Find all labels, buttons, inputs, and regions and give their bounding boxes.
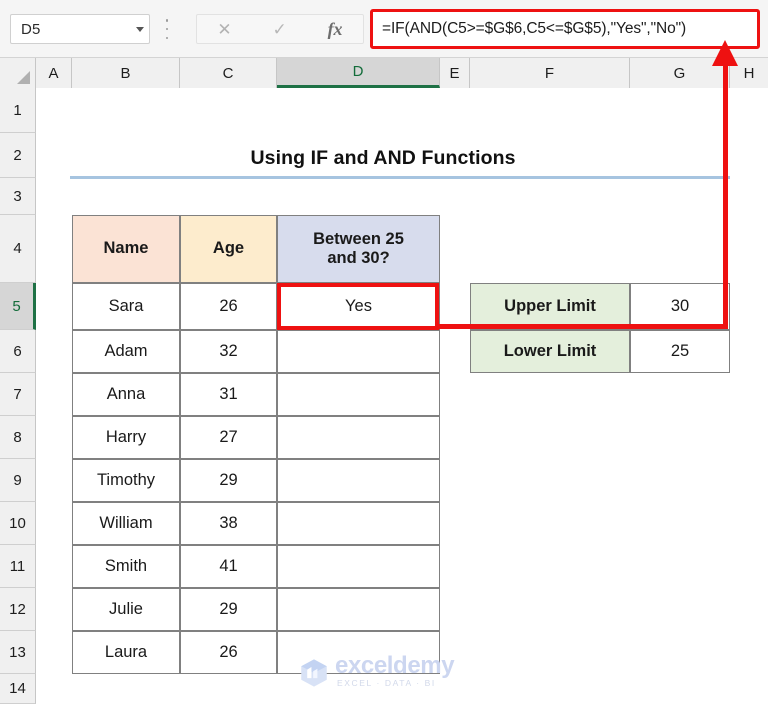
formula-input[interactable]: =IF(AND(C5>=$G$6,C5<=$G$5),"Yes","No") — [370, 9, 760, 49]
row-header-4[interactable]: 4 — [0, 215, 36, 283]
column-header-row: A B C D E F G H — [0, 58, 768, 88]
row-header-2[interactable]: 2 — [0, 133, 36, 178]
cell-b5[interactable]: Sara — [72, 283, 180, 330]
cell-b11[interactable]: Smith — [72, 545, 180, 588]
annotation-arrow-horizontal — [435, 324, 728, 329]
table-header-result-line2: and 30? — [327, 249, 390, 267]
table-header-age: Age — [180, 215, 277, 283]
table-header-result: Between 25 and 30? — [277, 215, 440, 283]
cell-g5-upper-limit-value[interactable]: 30 — [630, 283, 730, 330]
cell-c13[interactable]: 26 — [180, 631, 277, 674]
column-header-c[interactable]: C — [180, 58, 277, 88]
cell-b8[interactable]: Harry — [72, 416, 180, 459]
column-header-d[interactable]: D — [277, 58, 440, 88]
cancel-icon[interactable]: ✕ — [217, 21, 231, 38]
cell-b13[interactable]: Laura — [72, 631, 180, 674]
cell-f6-lower-limit-label: Lower Limit — [470, 330, 630, 373]
table-header-result-line1: Between 25 — [313, 229, 404, 248]
cell-c8[interactable]: 27 — [180, 416, 277, 459]
row-header-8[interactable]: 8 — [0, 416, 36, 459]
cell-c7[interactable]: 31 — [180, 373, 277, 416]
name-box-value: D5 — [21, 20, 41, 38]
formula-text: =IF(AND(C5>=$G$6,C5<=$G$5),"Yes","No") — [382, 20, 687, 37]
watermark-name: exceldemy — [335, 652, 455, 679]
formula-bar-strip: D5 ✕ ✓ fx =IF(AND(C5>=$G$6,C5<=$G$5),"Ye… — [0, 0, 768, 58]
cell-d8[interactable] — [277, 416, 440, 459]
sheet-title-text: Using IF and AND Functions — [250, 146, 516, 169]
cell-d6[interactable] — [277, 330, 440, 373]
column-header-f[interactable]: F — [470, 58, 630, 88]
confirm-icon[interactable]: ✓ — [272, 21, 286, 38]
select-all-button[interactable] — [0, 58, 36, 88]
cell-b10[interactable]: William — [72, 502, 180, 545]
column-header-b[interactable]: B — [72, 58, 180, 88]
row-header-10[interactable]: 10 — [0, 502, 36, 545]
title-underline — [70, 176, 730, 179]
cell-c5[interactable]: 26 — [180, 283, 277, 330]
column-header-a[interactable]: A — [36, 58, 72, 88]
formula-actions-group: ✕ ✓ fx — [196, 14, 364, 44]
row-header-3[interactable]: 3 — [0, 178, 36, 215]
excel-screenshot: D5 ✕ ✓ fx =IF(AND(C5>=$G$6,C5<=$G$5),"Ye… — [0, 0, 768, 704]
cell-f5-upper-limit-label: Upper Limit — [470, 283, 630, 330]
more-options-icon[interactable] — [162, 19, 172, 39]
cell-b9[interactable]: Timothy — [72, 459, 180, 502]
cell-d11[interactable] — [277, 545, 440, 588]
row-header-7[interactable]: 7 — [0, 373, 36, 416]
cell-g6-lower-limit-value[interactable]: 25 — [630, 330, 730, 373]
chevron-down-icon[interactable] — [131, 26, 149, 32]
cell-c12[interactable]: 29 — [180, 588, 277, 631]
row-header-14[interactable]: 14 — [0, 674, 36, 704]
cell-b7[interactable]: Anna — [72, 373, 180, 416]
row-header-9[interactable]: 9 — [0, 459, 36, 502]
row-header-6[interactable]: 6 — [0, 330, 36, 373]
annotation-cell-highlight — [277, 283, 439, 330]
table-header-name: Name — [72, 215, 180, 283]
column-header-e[interactable]: E — [440, 58, 470, 88]
watermark: exceldemy EXCEL · DATA · BI — [297, 652, 477, 694]
cell-b12[interactable]: Julie — [72, 588, 180, 631]
exceldemy-logo-icon — [301, 659, 327, 687]
cell-d10[interactable] — [277, 502, 440, 545]
annotation-arrowhead-icon — [712, 40, 738, 66]
cell-c9[interactable]: 29 — [180, 459, 277, 502]
row-header-1[interactable]: 1 — [0, 88, 36, 133]
select-all-icon — [17, 71, 30, 84]
annotation-arrow-vertical — [723, 62, 728, 328]
cell-c6[interactable]: 32 — [180, 330, 277, 373]
row-header-13[interactable]: 13 — [0, 631, 36, 674]
cell-c11[interactable]: 41 — [180, 545, 277, 588]
row-header-5[interactable]: 5 — [0, 283, 36, 330]
cell-b6[interactable]: Adam — [72, 330, 180, 373]
watermark-tagline: EXCEL · DATA · BI — [337, 678, 436, 688]
cell-d12[interactable] — [277, 588, 440, 631]
cell-d7[interactable] — [277, 373, 440, 416]
row-header-12[interactable]: 12 — [0, 588, 36, 631]
insert-function-icon[interactable]: fx — [328, 20, 343, 38]
cell-d9[interactable] — [277, 459, 440, 502]
cell-c10[interactable]: 38 — [180, 502, 277, 545]
name-box[interactable]: D5 — [10, 14, 150, 44]
row-header-11[interactable]: 11 — [0, 545, 36, 588]
